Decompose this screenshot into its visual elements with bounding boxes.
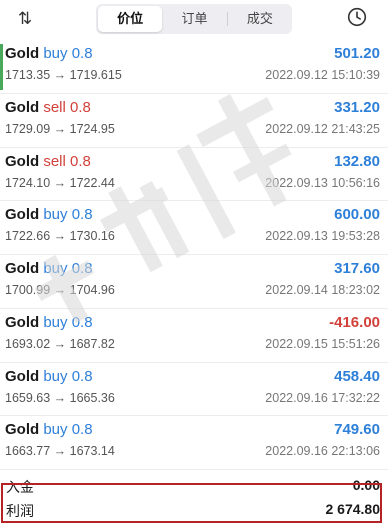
deal-side: sell	[43, 152, 66, 170]
deal-symbol: Gold	[5, 45, 40, 62]
deal-profit: -416.00	[329, 313, 380, 331]
clock-icon[interactable]	[347, 7, 367, 27]
deal-prices: 1659.63 → 1665.36	[5, 390, 115, 405]
tab-orders[interactable]: 订单	[162, 6, 226, 32]
deal-title: Gold buy 0.8	[5, 314, 93, 331]
deal-title: Gold buy 0.8	[5, 206, 93, 223]
deal-symbol: Gold	[5, 260, 40, 277]
deal-profit: 600.00	[334, 206, 380, 224]
deal-volume: 0.8	[71, 206, 93, 224]
deal-side: buy	[43, 421, 68, 439]
deal-symbol: Gold	[5, 206, 40, 224]
deal-profit: 132.80	[334, 152, 380, 170]
deal-prices: 1693.02 → 1687.82	[5, 336, 115, 351]
deal-symbol: Gold	[5, 367, 40, 385]
deal-title: Gold buy 0.8	[5, 260, 93, 277]
deal-volume: 0.8	[70, 152, 91, 170]
deal-side: buy	[43, 367, 68, 385]
highlight-box	[1, 483, 382, 523]
deal-prices: 1700.99 → 1704.96	[5, 283, 115, 297]
deal-volume: 0.8	[71, 260, 93, 277]
row-accent	[0, 44, 3, 90]
deal-side: buy	[43, 45, 68, 62]
deal-profit: 458.40	[334, 367, 380, 385]
deal-time: 2022.09.12 21:43:25	[265, 121, 380, 136]
deal-title: Gold sell 0.8	[5, 153, 91, 170]
deal-row[interactable]: Gold buy 0.8 1663.77 → 1673.14 749.60 20…	[0, 416, 388, 470]
deal-symbol: Gold	[5, 152, 40, 170]
deal-prices: 1729.09 → 1724.95	[5, 121, 115, 136]
deal-time: 2022.09.12 15:10:39	[265, 68, 380, 82]
top-toolbar: ⇅ 价位 订单 成交	[0, 0, 388, 40]
deal-row[interactable]: Gold buy 0.8 1713.35 → 1719.615 501.20 2…	[0, 40, 388, 94]
sort-icon[interactable]: ⇅	[14, 8, 36, 30]
deal-volume: 0.8	[71, 421, 93, 439]
deal-row[interactable]: Gold sell 0.8 1724.10 → 1722.44 132.80 2…	[0, 148, 388, 202]
deal-row[interactable]: Gold buy 0.8 1659.63 → 1665.36 458.40 20…	[0, 363, 388, 417]
deal-side: buy	[43, 206, 68, 224]
deal-row[interactable]: Gold sell 0.8 1729.09 → 1724.95 331.20 2…	[0, 94, 388, 148]
deal-prices: 1724.10 → 1722.44	[5, 175, 115, 190]
deal-time: 2022.09.16 22:13:06	[265, 444, 380, 459]
deal-volume: 0.8	[71, 313, 93, 331]
deal-title: Gold sell 0.8	[5, 99, 91, 116]
deal-row[interactable]: Gold buy 0.8 1722.66 → 1730.16 600.00 20…	[0, 201, 388, 255]
deal-row[interactable]: Gold buy 0.8 1700.99 → 1704.96 317.60 20…	[0, 255, 388, 309]
deal-title: Gold buy 0.8	[5, 368, 93, 385]
deal-profit: 749.60	[334, 421, 380, 439]
deal-prices: 1713.35 → 1719.615	[5, 68, 122, 82]
deal-side: buy	[43, 313, 68, 331]
segmented-tabs: 价位 订单 成交	[96, 4, 292, 34]
deal-symbol: Gold	[5, 421, 40, 439]
deal-profit: 317.60	[334, 260, 380, 277]
deal-symbol: Gold	[5, 313, 40, 331]
deal-side: buy	[43, 260, 68, 277]
deal-profit: 501.20	[334, 45, 380, 62]
deal-symbol: Gold	[5, 98, 40, 116]
deal-time: 2022.09.13 10:56:16	[265, 175, 380, 190]
deal-list: Gold buy 0.8 1713.35 → 1719.615 501.20 2…	[0, 40, 388, 470]
deal-row[interactable]: Gold buy 0.8 1693.02 → 1687.82 -416.00 2…	[0, 309, 388, 363]
deal-prices: 1722.66 → 1730.16	[5, 229, 115, 244]
tab-price[interactable]: 价位	[98, 6, 163, 32]
deal-title: Gold buy 0.8	[5, 45, 93, 62]
tab-deals[interactable]: 成交	[228, 6, 292, 32]
deal-time: 2022.09.16 17:32:22	[265, 390, 380, 405]
deal-volume: 0.8	[71, 367, 93, 385]
deal-prices: 1663.77 → 1673.14	[5, 444, 115, 459]
deal-time: 2022.09.14 18:23:02	[265, 283, 380, 297]
deal-time: 2022.09.13 19:53:28	[265, 229, 380, 244]
deal-side: sell	[43, 98, 66, 116]
deal-profit: 331.20	[334, 98, 380, 116]
deal-time: 2022.09.15 15:51:26	[265, 336, 380, 351]
deal-volume: 0.8	[71, 45, 93, 62]
deal-title: Gold buy 0.8	[5, 421, 93, 438]
deal-volume: 0.8	[70, 98, 91, 116]
